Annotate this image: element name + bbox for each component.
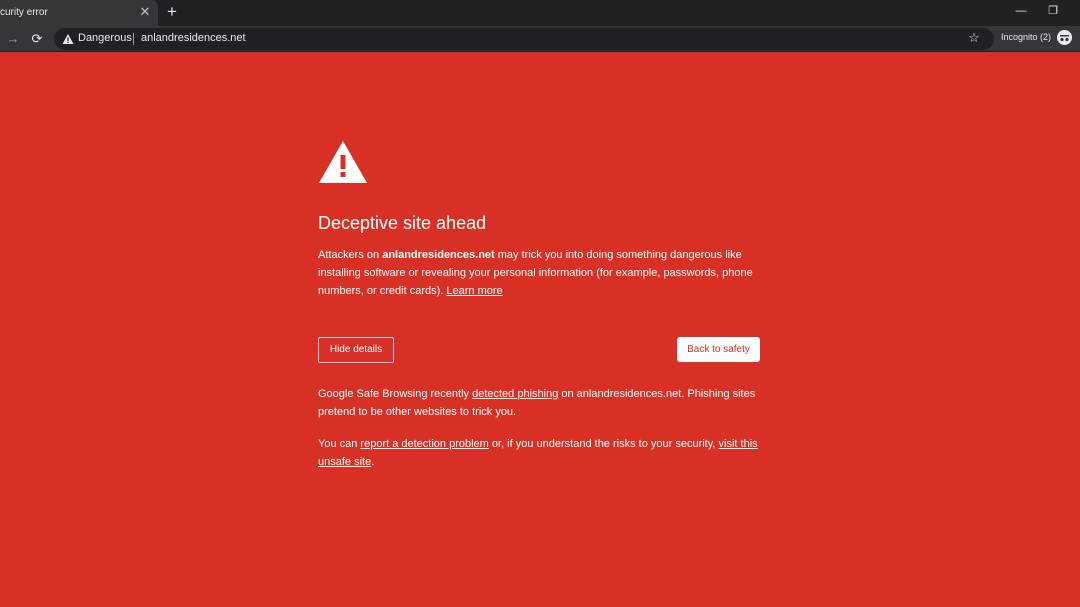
interstitial-page: Deceptive site ahead Attackers on anland… [0,53,1080,607]
reload-icon[interactable]: ⟳ [28,30,46,48]
bookmark-star-icon[interactable]: ☆ [966,30,982,46]
tab-title: curity error [0,7,48,18]
report-middle: or, if you understand the risks to your … [488,438,719,450]
minimize-icon[interactable]: — [1011,3,1031,19]
browser-toolbar: → ⟳ Dangerous anlandresidences.net ☆ [0,26,1080,52]
intro-prefix: Attackers on [318,249,383,261]
detected-phishing-link[interactable]: detected phishing [472,388,558,400]
warning-description: Attackers on anlandresidences.net may tr… [318,246,768,300]
report-paragraph: You can report a detection problem or, i… [318,435,768,471]
incognito-icon[interactable] [1057,30,1072,45]
details-prefix: Google Safe Browsing recently [318,388,473,400]
site-domain: anlandresidences.net [382,249,495,261]
security-state-label[interactable]: Dangerous [78,32,132,44]
warning-icon [62,34,74,44]
warning-triangle-icon [319,141,367,183]
restore-icon[interactable]: ❐ [1043,3,1063,19]
incognito-label[interactable]: Incognito (2) [1001,32,1051,42]
learn-more-link[interactable]: Learn more [446,285,502,297]
report-end: . [371,456,375,468]
tab-security-error[interactable]: curity error ✕ [0,0,158,26]
report-problem-link[interactable]: report a detection problem [360,438,488,450]
url-text[interactable]: anlandresidences.net [141,32,246,44]
new-tab-icon[interactable]: + [164,3,180,20]
report-prefix: You can [318,438,361,450]
close-tab-icon[interactable]: ✕ [138,5,152,19]
tab-strip: curity error ✕ + — ❐ [0,0,1080,26]
address-bar[interactable]: Dangerous anlandresidences.net ☆ [54,28,994,50]
forward-icon[interactable]: → [4,30,22,48]
back-to-safety-button[interactable]: Back to safety [677,337,760,362]
omnibox-divider [133,33,134,45]
page-title: Deceptive site ahead [318,213,487,233]
hide-details-button[interactable]: Hide details [318,337,394,363]
details-paragraph: Google Safe Browsing recently detected p… [318,385,768,421]
